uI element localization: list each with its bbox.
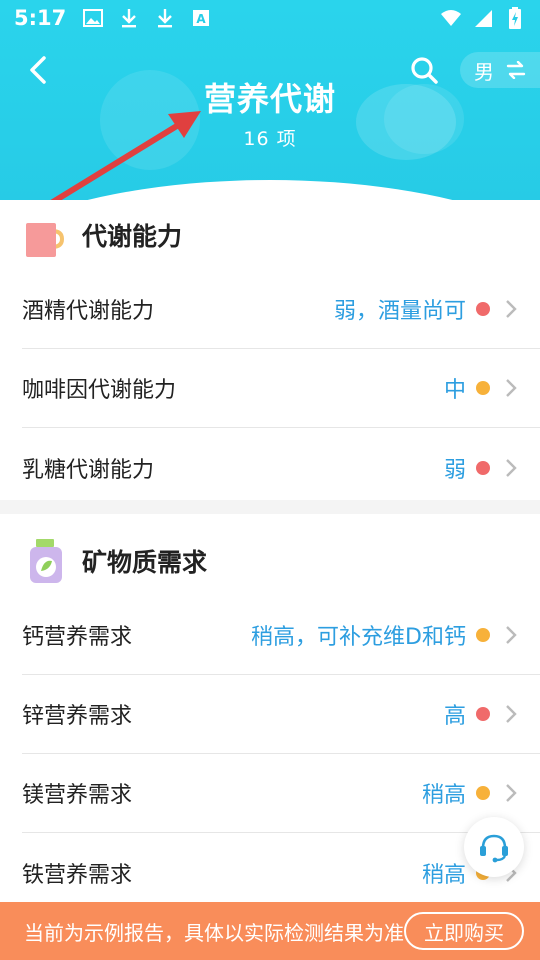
cup-icon — [24, 213, 68, 257]
list-item-calcium[interactable]: 钙营养需求 稍高，可补充维D和钙 — [22, 596, 540, 675]
item-label: 咖啡因代谢能力 — [22, 378, 177, 403]
svg-text:A: A — [197, 12, 207, 26]
signal-icon — [472, 7, 494, 29]
sample-report-banner: 当前为示例报告，具体以实际检测结果为准 立即购买 — [0, 902, 540, 960]
font-a-icon: A — [190, 7, 212, 29]
status-dot-orange — [476, 381, 490, 395]
download-icon — [154, 7, 176, 29]
item-count: 16 项 — [243, 128, 297, 150]
chevron-right-icon — [504, 704, 518, 724]
header: 5:17 A 营养代谢 16 项 男 — [0, 0, 540, 200]
item-label: 乳糖代谢能力 — [22, 457, 155, 483]
item-label: 钙营养需求 — [22, 625, 133, 650]
gender-label: 男 — [474, 59, 494, 84]
download-icon — [118, 7, 140, 29]
status-dot-orange — [476, 786, 490, 800]
header-curve — [0, 180, 540, 200]
page-title: 营养代谢 — [203, 80, 336, 118]
item-list: 钙营养需求 稍高，可补充维D和钙 锌营养需求 高 镁营养需求 稍高 铁营养需求 … — [0, 596, 540, 912]
banner-text: 当前为示例报告，具体以实际检测结果为准 — [24, 920, 404, 945]
chevron-right-icon — [504, 378, 518, 398]
list-item-alcohol[interactable]: 酒精代谢能力 弱，酒量尚可 — [22, 270, 540, 349]
chevron-right-icon — [504, 625, 518, 645]
section-minerals: 矿物质需求 钙营养需求 稍高，可补充维D和钙 锌营养需求 高 镁营养需求 稍高 … — [0, 526, 540, 912]
headset-icon — [480, 834, 508, 863]
section-title: 代谢能力 — [82, 222, 183, 251]
status-dot-orange — [476, 628, 490, 642]
item-value: 稍高 — [421, 783, 466, 808]
item-value: 弱 — [443, 457, 466, 483]
item-label: 铁营养需求 — [22, 862, 133, 888]
section-metabolism: 代谢能力 酒精代谢能力 弱，酒量尚可 咖啡因代谢能力 中 乳糖代谢能力 弱 — [0, 200, 540, 507]
chevron-right-icon — [504, 299, 518, 319]
section-header: 代谢能力 — [0, 200, 540, 270]
status-bar: 5:17 A — [0, 0, 540, 36]
search-icon — [411, 57, 438, 84]
list-item-magnesium[interactable]: 镁营养需求 稍高 — [22, 754, 540, 833]
item-value: 稍高 — [421, 862, 466, 888]
section-header: 矿物质需求 — [0, 526, 540, 596]
status-dot-red — [476, 707, 490, 721]
item-label: 酒精代谢能力 — [22, 299, 155, 324]
section-divider — [0, 500, 540, 514]
item-label: 锌营养需求 — [22, 704, 133, 729]
list-item-iron[interactable]: 铁营养需求 稍高 — [22, 833, 540, 912]
chevron-right-icon — [504, 783, 518, 803]
supplement-jar-icon — [24, 539, 68, 583]
swap-icon — [506, 61, 526, 79]
buy-now-button[interactable]: 立即购买 — [404, 912, 524, 950]
search-button[interactable] — [404, 50, 444, 90]
battery-charging-icon — [504, 7, 526, 29]
status-time: 5:17 — [14, 6, 67, 30]
status-dot-red — [476, 460, 490, 475]
image-icon — [82, 7, 104, 29]
chevron-right-icon — [504, 458, 518, 478]
wifi-icon — [440, 7, 462, 29]
status-dot-red — [476, 302, 490, 316]
item-value: 稍高，可补充维D和钙 — [251, 625, 466, 650]
list-item-caffeine[interactable]: 咖啡因代谢能力 中 — [22, 349, 540, 428]
item-label: 镁营养需求 — [22, 783, 133, 808]
section-title: 矿物质需求 — [82, 548, 208, 577]
list-item-zinc[interactable]: 锌营养需求 高 — [22, 675, 540, 754]
item-list: 酒精代谢能力 弱，酒量尚可 咖啡因代谢能力 中 乳糖代谢能力 弱 — [0, 270, 540, 507]
item-value: 弱，酒量尚可 — [333, 299, 466, 324]
item-value: 高 — [443, 704, 466, 729]
list-item-lactose[interactable]: 乳糖代谢能力 弱 — [22, 428, 540, 507]
gender-switch[interactable]: 男 — [460, 52, 540, 88]
item-value: 中 — [443, 378, 466, 403]
customer-support-button[interactable] — [464, 817, 524, 877]
